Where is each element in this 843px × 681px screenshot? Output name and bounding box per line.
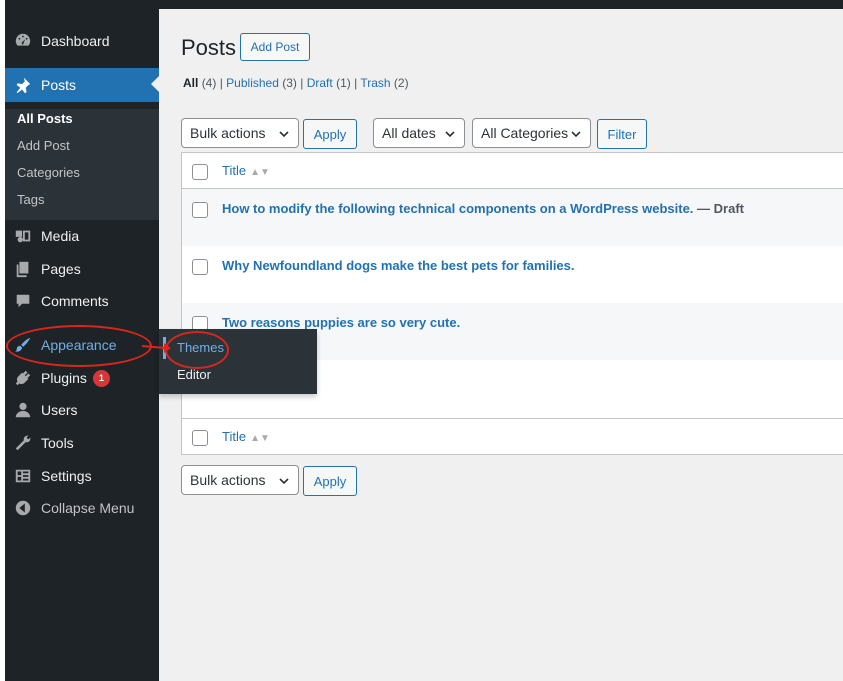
posts-table: Title ▲▼ How to modify the following tech… [181,152,843,455]
filter-published[interactable]: Published [226,76,279,90]
menu-media-label: Media [41,228,80,244]
post-title-text: Two reasons puppies are so very cute. [222,315,461,330]
collapse-menu-label: Collapse Menu [41,500,135,516]
chevron-down-icon [279,478,289,485]
menu-media[interactable]: Media [5,220,159,252]
sort-icon: ▲▼ [250,167,270,178]
menu-posts[interactable]: Posts [5,68,159,102]
title-column-footer[interactable]: Title ▲▼ [222,429,270,444]
category-filter-select[interactable]: All Categories [472,118,591,148]
flyout-editor[interactable]: Editor [177,367,211,382]
wrench-icon [13,433,33,453]
title-column-label: Title [222,429,247,444]
submenu-add-post[interactable]: Add Post [17,138,70,153]
menu-users-label: Users [41,402,78,418]
sort-icon: ▲▼ [250,433,270,444]
table-header: Title ▲▼ [182,153,843,189]
title-column-label: Title [222,163,247,178]
menu-users[interactable]: Users [5,394,159,426]
post-title-text: Why Newfoundland dogs make the best pets… [222,258,575,273]
filter-draft[interactable]: Draft [307,76,333,90]
current-menu-arrow [151,76,159,92]
filter-all-count: (4) [201,76,217,90]
plugin-update-badge: 1 [92,369,110,387]
menu-dashboard[interactable]: Dashboard [5,25,159,57]
annotation-circle-appearance [6,325,152,367]
filter-button[interactable]: Filter [597,119,647,149]
apply-button-bottom[interactable]: Apply [303,466,357,496]
table-row: How to modify the following technical co… [182,189,843,246]
comments-icon [13,291,33,311]
wp-admin-window: Dashboard Posts All Posts Add Post Categ… [0,0,843,681]
row-checkbox[interactable] [192,259,208,275]
post-title-link[interactable]: Two reasons puppies are so very cute. [222,315,460,330]
bulk-actions-value: Bulk actions [190,125,266,141]
filter-separator: | [219,76,223,90]
category-filter-value: All Categories [481,125,569,141]
settings-icon [13,466,33,486]
menu-comments-label: Comments [41,293,109,309]
post-status-filters: All (4) | Published (3) | Draft (1) | Tr… [183,76,409,90]
annotation-arrow [141,343,171,353]
posts-submenu: All Posts Add Post Categories Tags [5,109,159,220]
users-icon [13,400,33,420]
filter-separator: | [354,76,358,90]
row-checkbox[interactable] [192,202,208,218]
apply-button-top[interactable]: Apply [303,119,357,149]
annotation-circle-themes [165,331,229,369]
menu-posts-label: Posts [41,77,77,93]
admin-bar [0,0,843,9]
post-title-text: How to modify the following technical co… [222,201,694,216]
menu-settings-label: Settings [41,468,92,484]
pushpin-icon [13,75,33,95]
add-post-button[interactable]: Add Post [240,33,310,61]
dashboard-icon [13,31,33,51]
chevron-down-icon [445,131,455,138]
menu-comments[interactable]: Comments [5,285,159,317]
menu-dashboard-label: Dashboard [41,33,110,49]
menu-settings[interactable]: Settings [5,460,159,492]
dates-filter-select[interactable]: All dates [373,118,465,148]
collapse-arrow-icon [13,498,33,518]
filter-published-count: (3) [282,76,297,90]
page-title: Posts [181,35,237,60]
dates-filter-value: All dates [382,125,436,141]
post-title-link[interactable]: How to modify the following technical co… [222,201,744,216]
bulk-actions-select-bottom[interactable]: Bulk actions [181,465,299,495]
filter-trash[interactable]: Trash [360,76,390,90]
pages-icon [13,259,33,279]
filter-trash-count: (2) [393,76,409,90]
menu-pages[interactable]: Pages [5,253,159,285]
plugin-icon [13,368,33,388]
collapse-menu-button[interactable]: Collapse Menu [5,492,159,524]
menu-tools[interactable]: Tools [5,427,159,459]
submenu-tags[interactable]: Tags [17,192,44,207]
bulk-actions-value: Bulk actions [190,472,266,488]
chevron-down-icon [571,131,581,138]
media-icon [13,226,33,246]
post-state: — Draft [693,201,744,216]
table-row: Why Newfoundland dogs make the best pets… [182,246,843,303]
filter-all[interactable]: All [183,76,198,90]
title-column-header[interactable]: Title ▲▼ [222,163,270,178]
filter-separator: | [300,76,304,90]
post-title-link[interactable]: Why Newfoundland dogs make the best pets… [222,258,575,273]
submenu-all-posts[interactable]: All Posts [17,111,73,126]
select-all-checkbox[interactable] [192,164,208,180]
menu-plugins-label: Plugins [41,370,87,386]
filter-draft-count: (1) [336,76,351,90]
chevron-down-icon [279,131,289,138]
submenu-categories[interactable]: Categories [17,165,80,180]
bulk-actions-select-top[interactable]: Bulk actions [181,118,299,148]
table-footer: Title ▲▼ [182,418,843,454]
menu-tools-label: Tools [41,435,74,451]
select-all-checkbox[interactable] [192,430,208,446]
menu-pages-label: Pages [41,261,81,277]
